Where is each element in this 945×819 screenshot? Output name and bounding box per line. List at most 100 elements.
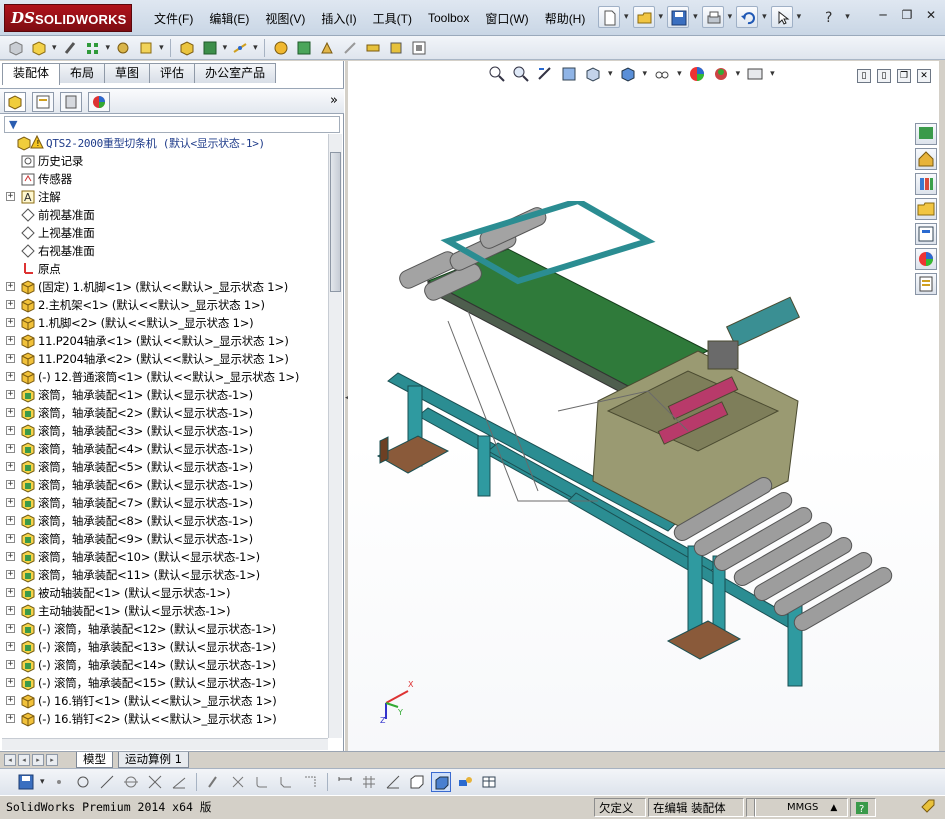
tree-item[interactable]: + 滚筒，轴承装配<11> (默认<显示状态-1>) — [2, 566, 328, 584]
tree-root-assembly[interactable]: ! QTS2-2000重型切条机 (默认<显示状态-1>) — [2, 134, 328, 152]
tree-item[interactable]: + 滚筒，轴承装配<2> (默认<显示状态-1>) — [2, 404, 328, 422]
chevron-down-icon[interactable]: ▾ — [253, 43, 258, 53]
assembly-3d-model[interactable] — [368, 201, 928, 721]
open-button[interactable] — [632, 6, 655, 28]
tree-item[interactable]: + 滚筒，轴承装配<9> (默认<显示状态-1>) — [2, 530, 328, 548]
instant3d-icon[interactable] — [386, 38, 406, 58]
expand-toggle-icon[interactable]: + — [6, 624, 15, 633]
menu-edit[interactable]: 编辑(E) — [201, 10, 257, 27]
scrollbar-thumb[interactable] — [330, 152, 341, 292]
chevron-down-icon[interactable]: ▾ — [770, 69, 775, 79]
chevron-down-icon[interactable]: ▾ — [797, 12, 802, 22]
expand-toggle-icon[interactable]: + — [6, 480, 15, 489]
tree-item[interactable]: 历史记录 — [2, 152, 328, 170]
tree-item[interactable]: + (-) 16.销钉<1> (默认<<默认>_显示状态 1>) — [2, 692, 328, 710]
tab-evaluate[interactable]: 评估 — [149, 63, 196, 83]
expand-toggle-icon[interactable]: + — [6, 462, 15, 471]
property-manager-icon[interactable] — [32, 92, 54, 112]
expand-toggle-icon[interactable]: + — [6, 336, 15, 345]
offset-icon[interactable] — [204, 772, 224, 792]
chevron-down-icon[interactable]: ▾ — [643, 69, 648, 79]
expand-toggle-icon[interactable]: + — [6, 516, 15, 525]
tree-item[interactable]: + 滚筒，轴承装配<8> (默认<显示状态-1>) — [2, 512, 328, 530]
chevron-down-icon[interactable]: ▾ — [52, 43, 57, 53]
circle-icon[interactable] — [73, 772, 93, 792]
menu-view[interactable]: 视图(V) — [257, 10, 313, 27]
reference-geometry-icon[interactable] — [230, 38, 250, 58]
large-assembly-icon[interactable] — [409, 38, 429, 58]
apply-scene-icon[interactable] — [712, 65, 730, 83]
design-library-icon[interactable] — [915, 173, 937, 195]
prev-tab-icon[interactable]: ◂ — [18, 754, 30, 766]
expand-toggle-icon[interactable]: + — [6, 696, 15, 705]
undo-button[interactable] — [736, 6, 759, 28]
expand-toggle-icon[interactable]: + — [6, 660, 15, 669]
tab-motion-study[interactable]: 运动算例 1 — [118, 752, 189, 768]
expand-toggle-icon[interactable]: + — [6, 570, 15, 579]
chevron-down-icon[interactable]: ▾ — [728, 12, 733, 22]
solidworks-resources-icon[interactable] — [915, 123, 937, 145]
home-icon[interactable] — [915, 148, 937, 170]
close-icon[interactable]: ✕ — [923, 8, 939, 24]
edit-component-icon[interactable] — [6, 38, 26, 58]
expand-toggle-icon[interactable]: + — [6, 588, 15, 597]
tree-item[interactable]: + (-) 滚筒，轴承装配<15> (默认<显示状态-1>) — [2, 674, 328, 692]
tree-item[interactable]: 右视基准面 — [2, 242, 328, 260]
next-tab-icon[interactable]: ▸ — [32, 754, 44, 766]
edit-appearance-icon[interactable] — [688, 65, 706, 83]
unit-system[interactable]: MMGS ▲ — [754, 798, 848, 817]
tree-vertical-scrollbar[interactable] — [328, 134, 342, 738]
line-icon[interactable] — [97, 772, 117, 792]
tab-model[interactable]: 模型 — [76, 752, 113, 768]
restore-icon[interactable]: ❐ — [899, 8, 915, 24]
menu-tools[interactable]: 工具(T) — [365, 10, 420, 27]
tree-item[interactable]: 上视基准面 — [2, 224, 328, 242]
expand-toggle-icon[interactable]: + — [6, 192, 15, 201]
feature-manager-icon[interactable] — [4, 92, 26, 112]
tree-filter-input[interactable]: ▼ — [4, 116, 340, 133]
tree-item[interactable]: +11.P204轴承<2> (默认<<默认>_显示状态 1>) — [2, 350, 328, 368]
display-manager-icon[interactable] — [88, 92, 110, 112]
tree-item[interactable]: + 滚筒，轴承装配<3> (默认<显示状态-1>) — [2, 422, 328, 440]
chevron-down-icon[interactable]: ▾ — [40, 777, 45, 787]
select-button[interactable] — [770, 6, 793, 28]
smart-fasteners-icon[interactable] — [113, 38, 133, 58]
tree-item[interactable]: + (-) 滚筒，轴承装配<14> (默认<显示状态-1>) — [2, 656, 328, 674]
new-motion-study-icon[interactable] — [271, 38, 291, 58]
expand-toggle-icon[interactable]: + — [6, 318, 15, 327]
chevron-down-icon[interactable]: ▾ — [845, 12, 850, 22]
show-hidden-icon[interactable] — [177, 38, 197, 58]
expand-toggle-icon[interactable]: + — [6, 498, 15, 507]
menu-toolbox[interactable]: Toolbox — [420, 11, 477, 25]
bill-of-materials-icon[interactable] — [294, 38, 314, 58]
rebuild-tag-icon[interactable] — [916, 798, 940, 817]
tree-item[interactable]: + 滚筒，轴承装配<10> (默认<显示状态-1>) — [2, 548, 328, 566]
chevron-down-icon[interactable]: ▾ — [736, 69, 741, 79]
hide-show-items-icon[interactable] — [653, 65, 671, 83]
rectangle-icon[interactable] — [300, 772, 320, 792]
chevron-down-icon[interactable]: ▾ — [762, 12, 767, 22]
expand-toggle-icon[interactable]: + — [6, 642, 15, 651]
last-tab-icon[interactable]: ▸ — [46, 754, 58, 766]
trim-icon[interactable] — [145, 772, 165, 792]
tab-sketch[interactable]: 草图 — [104, 63, 151, 83]
menu-insert[interactable]: 插入(I) — [313, 10, 364, 27]
tree-item[interactable]: + (-) 12.普通滚筒<1> (默认<<默认>_显示状态 1>) — [2, 368, 328, 386]
chevron-down-icon[interactable]: ▾ — [624, 12, 629, 22]
expand-toggle-icon[interactable]: + — [6, 534, 15, 543]
solidworks-logo[interactable]: DS SOLIDWORKS — [4, 4, 132, 32]
expand-toggle-icon[interactable]: + — [6, 408, 15, 417]
expand-toggle-icon[interactable]: + — [6, 300, 15, 309]
chamfer-icon[interactable] — [276, 772, 296, 792]
tree-item[interactable]: +11.P204轴承<1> (默认<<默认>_显示状态 1>) — [2, 332, 328, 350]
expand-panel-icon[interactable]: » — [330, 93, 338, 108]
menu-help[interactable]: 帮助(H) — [537, 10, 594, 27]
chevron-down-icon[interactable]: ▾ — [659, 12, 664, 22]
chevron-down-icon[interactable]: ▾ — [608, 69, 613, 79]
tree-item[interactable]: 传感器 — [2, 170, 328, 188]
tree-item[interactable]: + (-) 滚筒，轴承装配<12> (默认<显示状态-1>) — [2, 620, 328, 638]
zoom-to-area-icon[interactable] — [512, 65, 530, 83]
print-button[interactable] — [701, 6, 724, 28]
tab-layout[interactable]: 布局 — [59, 63, 106, 83]
tree-item[interactable]: +1.机脚<2> (默认<<默认>_显示状态 1>) — [2, 314, 328, 332]
